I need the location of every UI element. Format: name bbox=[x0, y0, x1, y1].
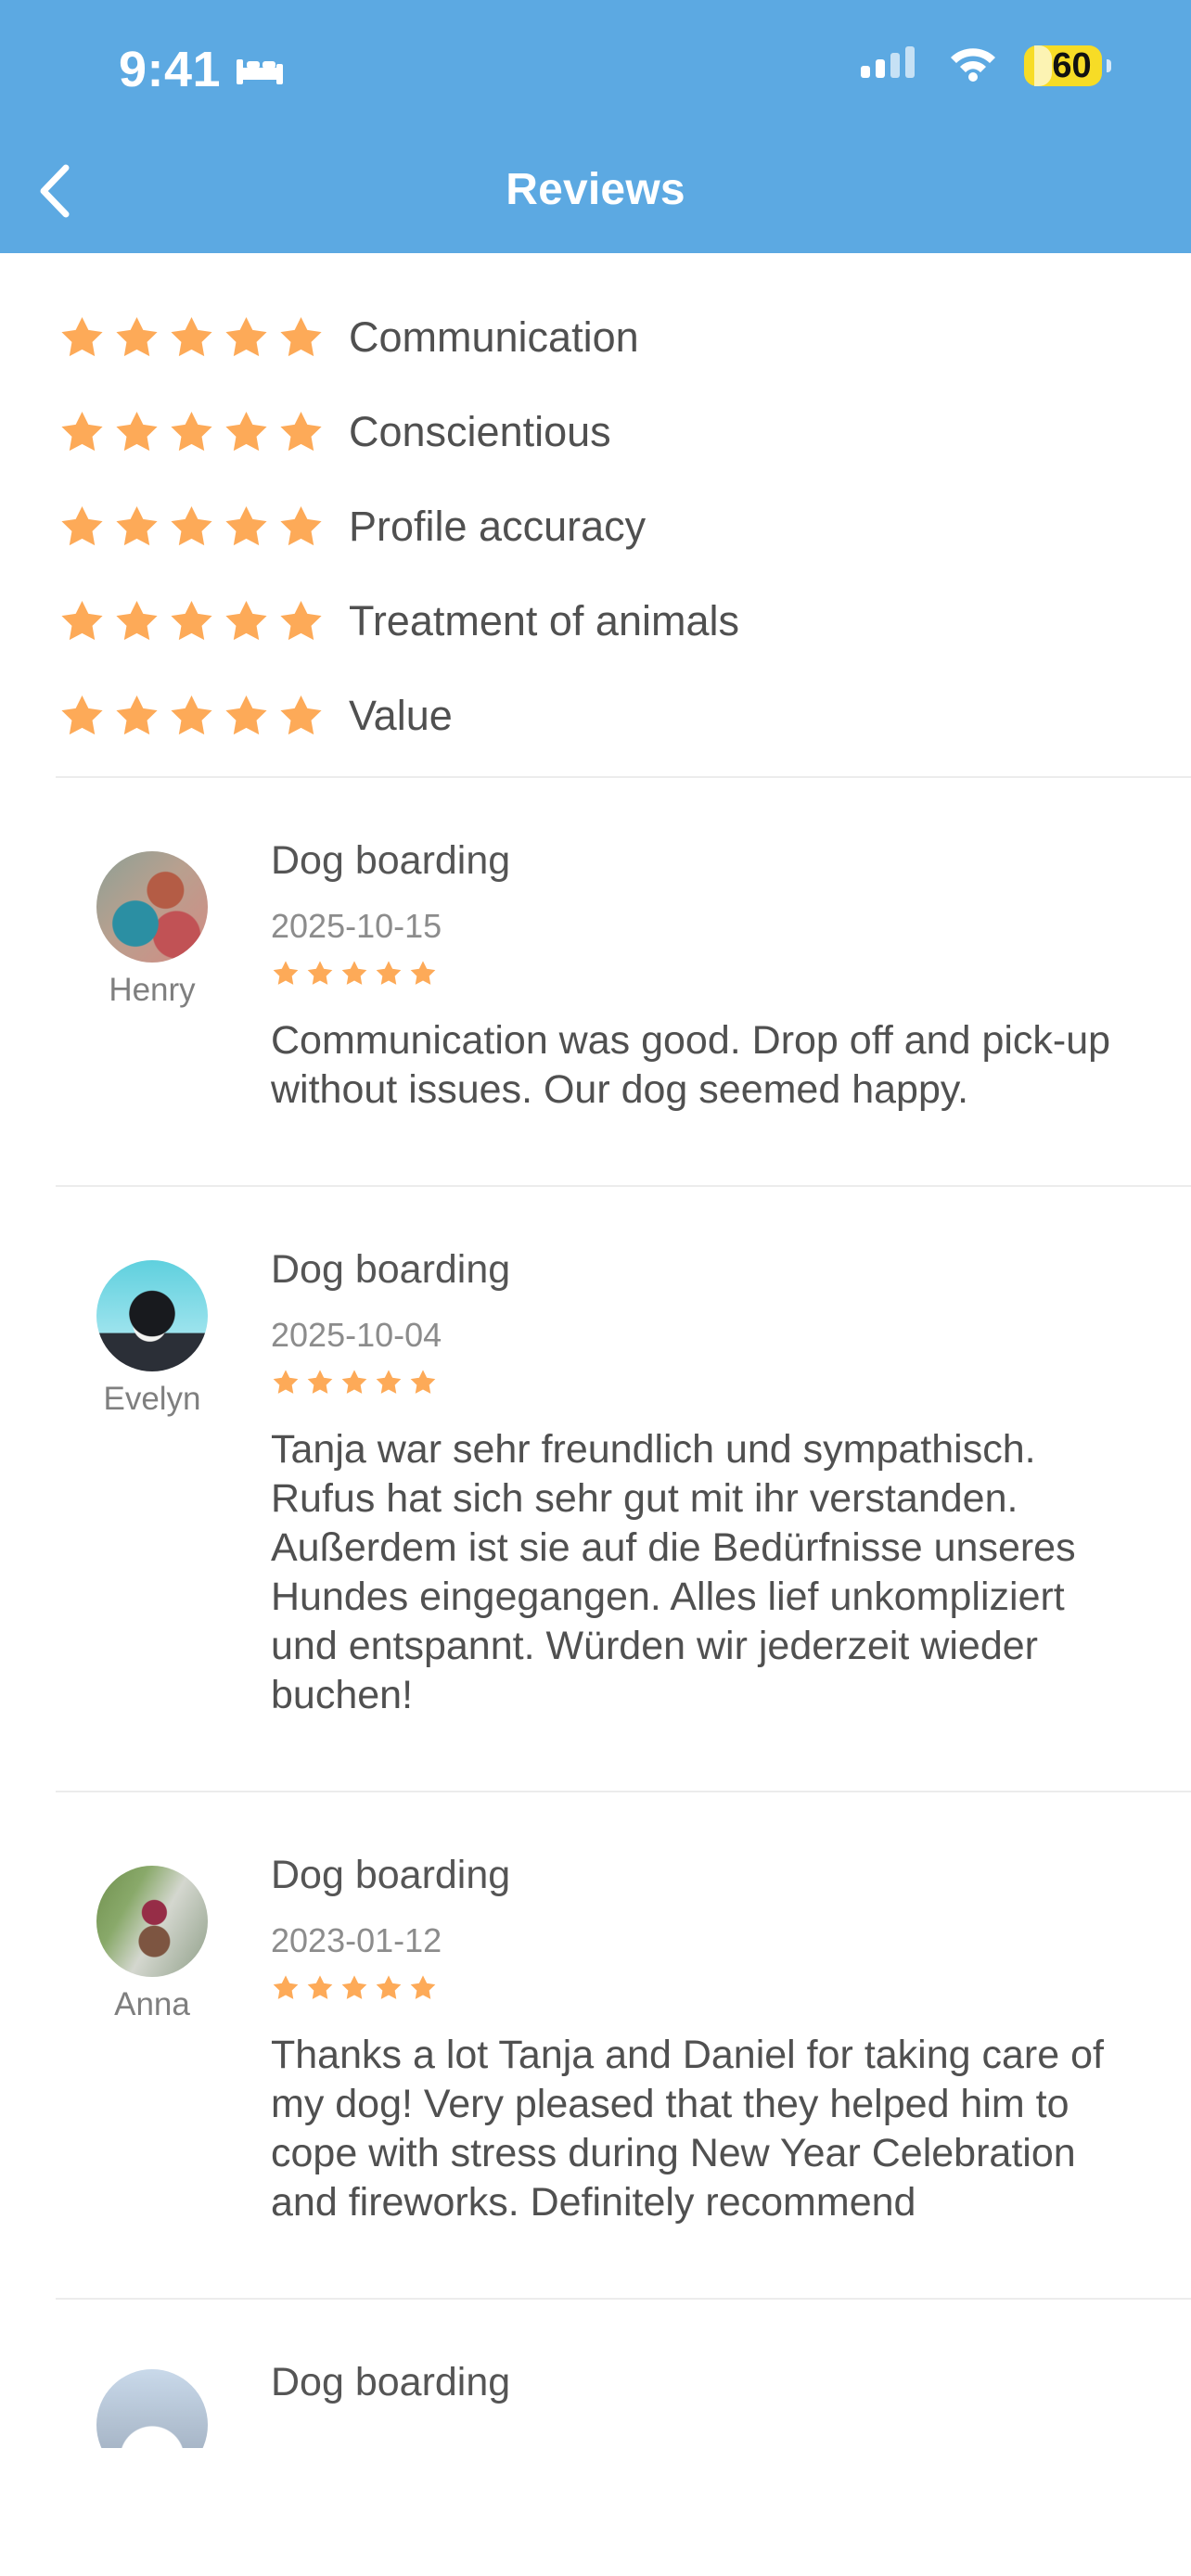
review-text: Tanja war sehr freundlich und sympathisc… bbox=[271, 1427, 1076, 1717]
review-date: 2023-01-12 bbox=[271, 1921, 442, 1959]
review-text: Communication was good. Drop off and pic… bbox=[271, 1018, 1111, 1112]
reviewer bbox=[95, 2369, 210, 2448]
page-title: Reviews bbox=[506, 165, 685, 214]
rating-row-conscientious: Conscientious bbox=[0, 385, 1191, 479]
battery-icon: 60 bbox=[1024, 45, 1111, 86]
rating-label: Treatment of animals bbox=[349, 597, 739, 644]
review-stars bbox=[271, 959, 1140, 988]
status-icons: 60 bbox=[859, 44, 1111, 87]
star-icon bbox=[410, 1370, 436, 1394]
star-icon bbox=[61, 505, 103, 545]
star-icon bbox=[280, 505, 322, 545]
review-stars bbox=[271, 1973, 1140, 2003]
star-icon bbox=[307, 961, 333, 985]
star-icon bbox=[273, 1370, 299, 1394]
review-item-evelyn: Evelyn Dog boarding 2025-10-04 Tanja war… bbox=[0, 1187, 1191, 1791]
service-type: Dog boarding bbox=[271, 2360, 511, 2404]
star-icon bbox=[225, 505, 267, 545]
star-icon bbox=[171, 411, 212, 451]
star-icon bbox=[341, 1975, 367, 1999]
review-stars bbox=[271, 1368, 1140, 1397]
review-header: Dog boarding 2025-10-04 bbox=[271, 1187, 1140, 1397]
star-icon bbox=[341, 961, 367, 985]
star-icon bbox=[61, 316, 103, 356]
reviewer-avatar bbox=[96, 2369, 208, 2448]
service-type: Dog boarding bbox=[271, 1247, 511, 1292]
rating-summary: Communication Conscientious Profile accu… bbox=[0, 290, 1191, 763]
star-icon bbox=[171, 316, 212, 356]
app-header: 9:41 60 Reviews bbox=[0, 0, 1191, 253]
star-icon bbox=[116, 411, 158, 451]
star-icon bbox=[307, 1975, 333, 1999]
star-icon bbox=[225, 600, 267, 640]
star-icon bbox=[171, 505, 212, 545]
star-icon bbox=[225, 695, 267, 734]
review-item-anna: Anna Dog boarding 2023-01-12 Thanks a lo… bbox=[0, 1792, 1191, 2298]
star-icon bbox=[410, 961, 436, 985]
review-header: Dog boarding 2025-10-15 bbox=[271, 778, 1140, 988]
rating-row-value: Value bbox=[0, 669, 1191, 763]
star-icon bbox=[341, 1370, 367, 1394]
reviewer-avatar bbox=[96, 1260, 208, 1371]
star-icon bbox=[376, 1975, 402, 1999]
wifi-icon bbox=[946, 44, 1000, 87]
five-star-rating bbox=[58, 692, 326, 741]
star-icon bbox=[376, 1370, 402, 1394]
star-icon bbox=[61, 695, 103, 734]
five-star-rating bbox=[58, 408, 326, 457]
star-icon bbox=[61, 411, 103, 451]
reviewer-avatar bbox=[96, 1866, 208, 1977]
reviewer: Anna bbox=[95, 1866, 210, 2023]
reviewer-name: Evelyn bbox=[103, 1381, 201, 1417]
rating-row-communication: Communication bbox=[0, 290, 1191, 385]
five-star-rating bbox=[58, 597, 326, 646]
star-icon bbox=[116, 316, 158, 356]
star-icon bbox=[171, 600, 212, 640]
star-icon bbox=[280, 600, 322, 640]
reviewer: Evelyn bbox=[95, 1260, 210, 1418]
service-type: Dog boarding bbox=[271, 1853, 511, 1897]
rating-label: Profile accuracy bbox=[349, 503, 647, 550]
star-icon bbox=[116, 695, 158, 734]
review-item-henry: Henry Dog boarding 2025-10-15 Communicat… bbox=[0, 778, 1191, 1185]
signal-icon bbox=[859, 44, 922, 87]
star-icon bbox=[61, 600, 103, 640]
star-icon bbox=[280, 411, 322, 451]
battery-percentage: 60 bbox=[1052, 45, 1092, 85]
star-icon bbox=[116, 505, 158, 545]
review-header: Dog boarding 2023-01-12 bbox=[271, 1792, 1140, 2003]
star-icon bbox=[410, 1975, 436, 1999]
star-icon bbox=[376, 961, 402, 985]
rating-row-profile-accuracy: Profile accuracy bbox=[0, 479, 1191, 574]
status-bar-time: 9:41 bbox=[119, 41, 286, 98]
star-icon bbox=[273, 1975, 299, 1999]
review-text: Thanks a lot Tanja and Daniel for taking… bbox=[271, 2033, 1104, 2225]
reviewer: Henry bbox=[95, 851, 210, 1009]
star-icon bbox=[116, 600, 158, 640]
rating-label: Conscientious bbox=[349, 408, 611, 455]
five-star-rating bbox=[58, 313, 326, 363]
star-icon bbox=[225, 411, 267, 451]
time-text: 9:41 bbox=[119, 42, 222, 97]
star-icon bbox=[280, 316, 322, 356]
star-icon bbox=[171, 695, 212, 734]
service-type: Dog boarding bbox=[271, 838, 511, 883]
reviewer-avatar bbox=[96, 851, 208, 963]
reviewer-name: Henry bbox=[109, 972, 196, 1008]
star-icon bbox=[307, 1370, 333, 1394]
star-icon bbox=[280, 695, 322, 734]
review-item-partial: Dog boarding bbox=[0, 2300, 1191, 2448]
star-icon bbox=[273, 961, 299, 985]
star-icon bbox=[225, 316, 267, 356]
rating-row-treatment-of-animals: Treatment of animals bbox=[0, 574, 1191, 669]
reviewer-name: Anna bbox=[114, 1986, 190, 2022]
reviews-content: Communication Conscientious Profile accu… bbox=[0, 253, 1191, 2448]
review-header: Dog boarding bbox=[271, 2300, 1140, 2404]
five-star-rating bbox=[58, 503, 326, 552]
review-date: 2025-10-04 bbox=[271, 1316, 442, 1354]
review-date: 2025-10-15 bbox=[271, 907, 442, 945]
rating-label: Value bbox=[349, 692, 453, 739]
bed-icon bbox=[234, 41, 286, 98]
rating-label: Communication bbox=[349, 313, 639, 361]
